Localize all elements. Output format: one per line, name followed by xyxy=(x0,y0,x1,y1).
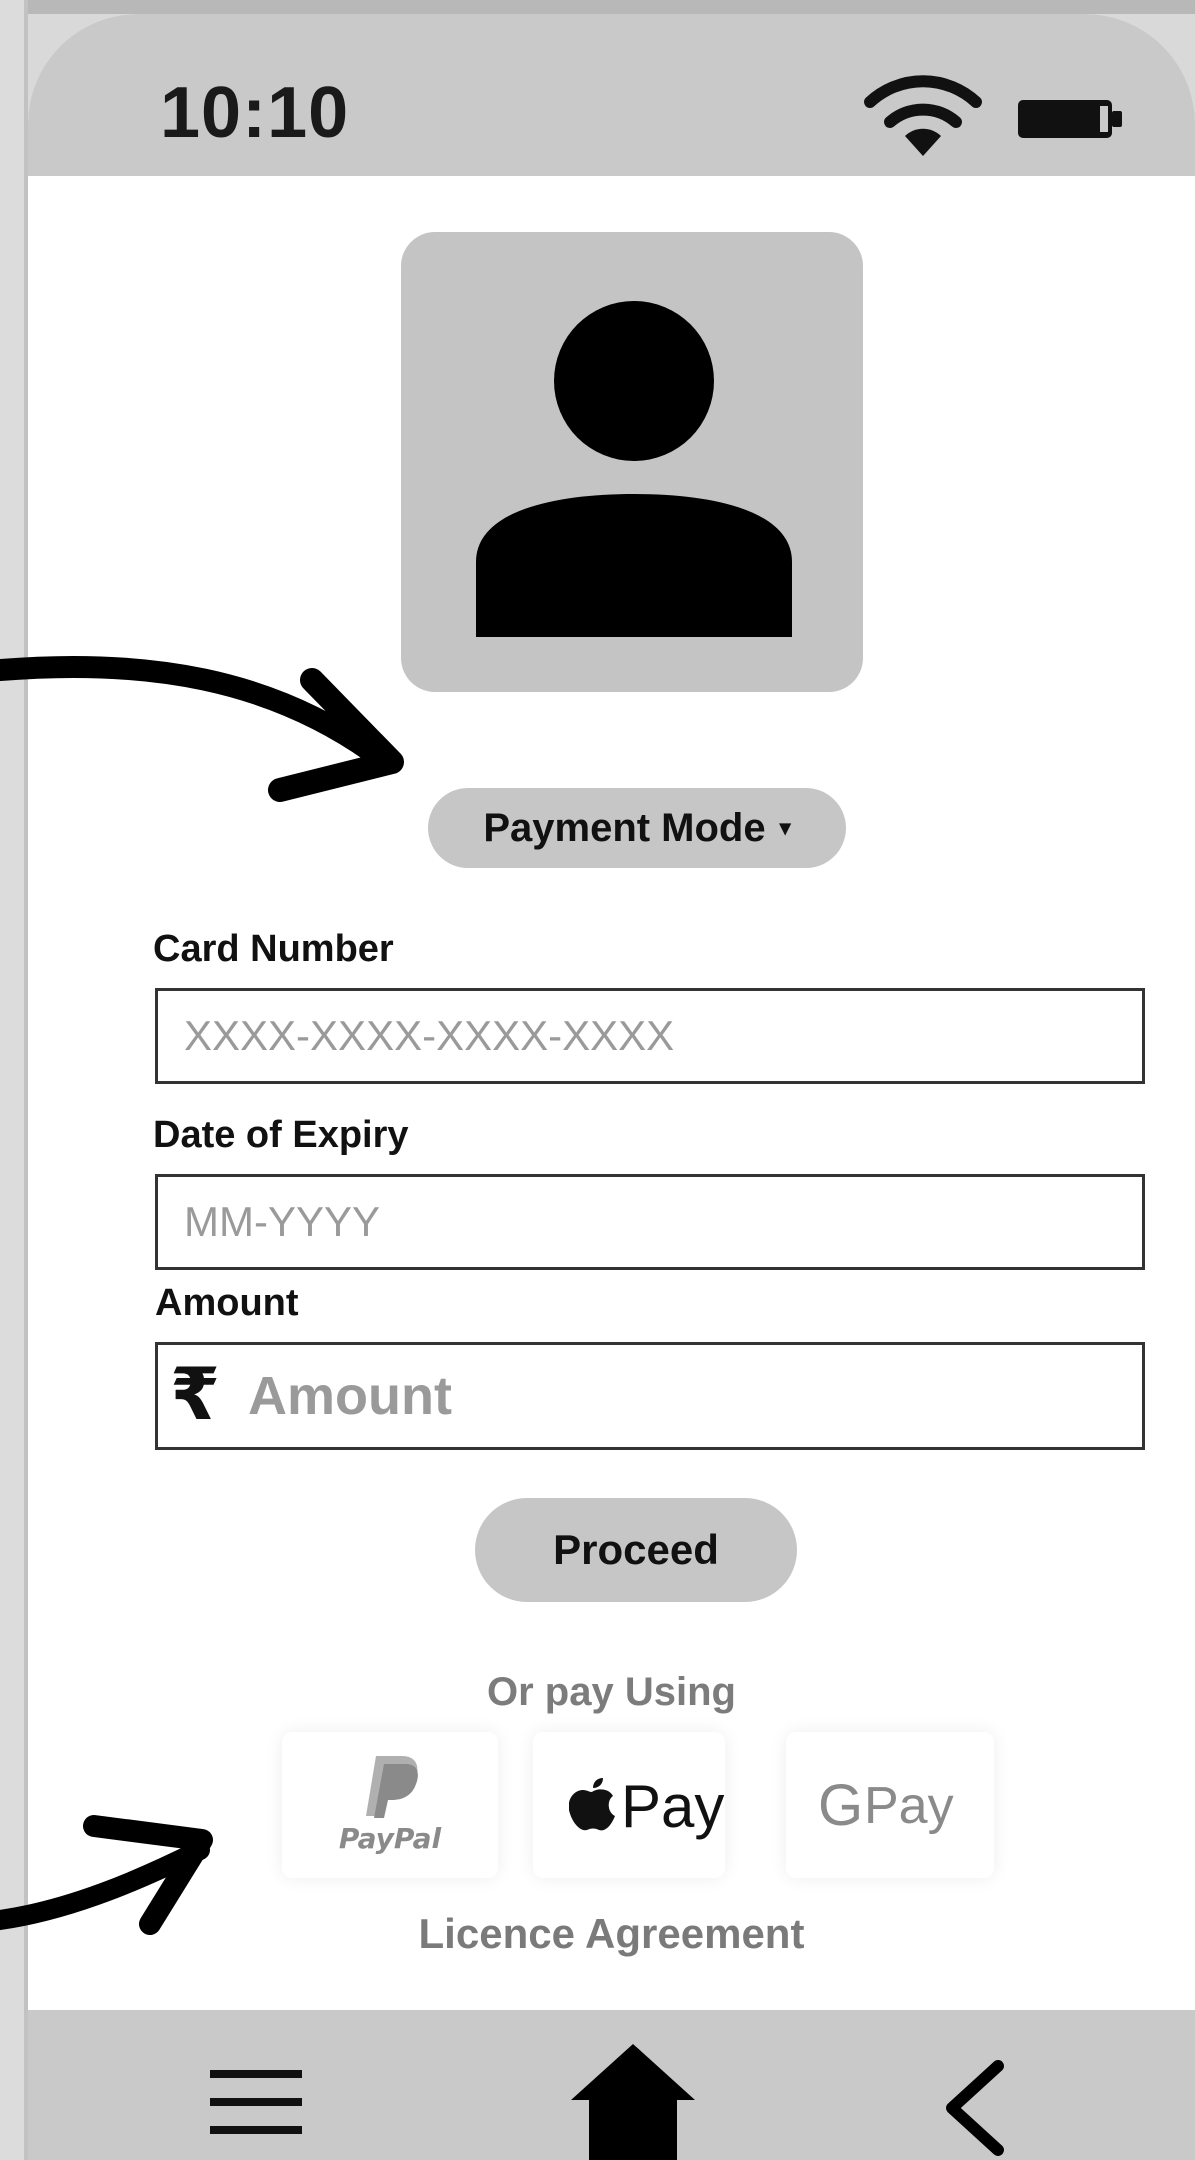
google-pay-label: Pay xyxy=(864,1777,954,1835)
paypal-icon xyxy=(366,1756,418,1818)
status-bar: 10:10 xyxy=(28,14,1195,176)
paypal-wordmark: PayPal xyxy=(338,1822,442,1855)
menu-icon[interactable] xyxy=(210,2070,302,2134)
google-pay-button[interactable]: G Pay xyxy=(786,1732,994,1878)
card-number-label: Card Number xyxy=(153,928,394,970)
card-number-input[interactable] xyxy=(158,991,1142,1081)
expiry-label: Date of Expiry xyxy=(153,1114,409,1156)
battery-icon xyxy=(1018,100,1122,138)
home-icon[interactable] xyxy=(571,2044,695,2160)
or-pay-using-heading: Or pay Using xyxy=(487,1670,736,1714)
annotation-arrow-bottom xyxy=(0,1815,213,1935)
card-number-field-box xyxy=(155,988,1145,1084)
status-time: 10:10 xyxy=(160,73,350,153)
user-icon xyxy=(476,301,792,637)
apple-icon xyxy=(569,1778,615,1831)
bottom-nav-bar xyxy=(28,2010,1195,2160)
background-top xyxy=(28,0,1195,14)
annotation-arrow-top xyxy=(0,655,404,802)
expiry-input[interactable] xyxy=(158,1177,1142,1267)
wifi-icon xyxy=(864,75,982,156)
paypal-button[interactable]: PayPal xyxy=(282,1732,498,1878)
apple-pay-button[interactable]: Pay xyxy=(533,1732,725,1878)
proceed-button[interactable]: Proceed xyxy=(475,1498,797,1602)
avatar[interactable] xyxy=(401,232,863,692)
amount-input[interactable] xyxy=(158,1345,1142,1447)
chevron-down-icon: ▾ xyxy=(779,815,791,840)
amount-label: Amount xyxy=(155,1282,299,1324)
google-g-icon: G xyxy=(818,1773,864,1838)
payment-mode-label: Payment Mode xyxy=(483,805,766,850)
payment-mode-dropdown[interactable]: Payment Mode ▾ xyxy=(428,788,846,868)
apple-pay-label: Pay xyxy=(621,1773,725,1840)
amount-field-box: ₹ xyxy=(155,1342,1145,1450)
expiry-field-box xyxy=(155,1174,1145,1270)
back-icon[interactable] xyxy=(940,2060,1010,2156)
